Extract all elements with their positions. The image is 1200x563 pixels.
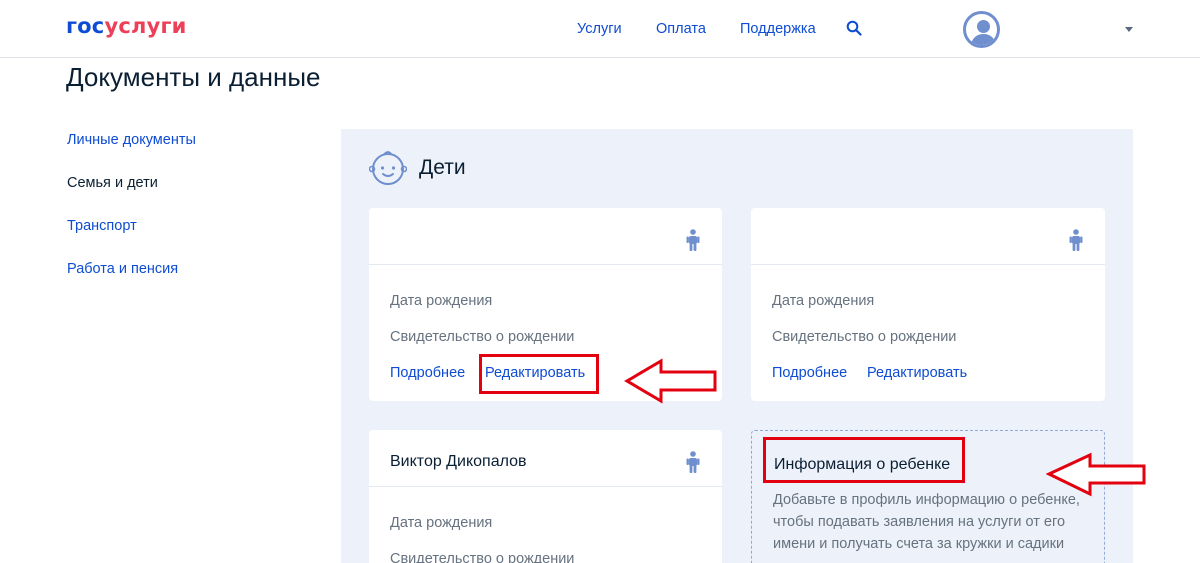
child-card: Дата рождения Свидетельство о рождении П… bbox=[751, 208, 1105, 401]
birth-certificate-label: Свидетельство о рождении bbox=[390, 551, 575, 563]
baby-face-icon bbox=[369, 151, 407, 185]
birth-date-label: Дата рождения bbox=[390, 293, 493, 309]
sidebar-item-work-pension[interactable]: Работа и пенсия bbox=[67, 261, 178, 277]
birth-certificate-label: Свидетельство о рождении bbox=[772, 329, 957, 345]
edit-link[interactable]: Редактировать bbox=[867, 365, 967, 381]
page-title: Документы и данные bbox=[66, 62, 321, 92]
info-card-text: Добавьте в профиль информацию о ребенке,… bbox=[773, 492, 1080, 552]
avatar-body-shape bbox=[971, 34, 996, 45]
top-header: госуслуги Услуги Оплата Поддержка bbox=[0, 0, 1200, 58]
gosuslugi-logo[interactable]: госуслуги bbox=[66, 14, 187, 38]
details-link[interactable]: Подробнее bbox=[772, 365, 847, 381]
birth-certificate-label: Свидетельство о рождении bbox=[390, 329, 575, 345]
logo-part-gos: гос bbox=[66, 14, 105, 38]
nav-payment-link[interactable]: Оплата bbox=[656, 21, 706, 37]
child-card: Виктор Дикопалов Дата рождения Свидетель… bbox=[369, 430, 722, 563]
nav-services-link[interactable]: Услуги bbox=[577, 21, 622, 37]
birth-date-label: Дата рождения bbox=[772, 293, 875, 309]
details-link[interactable]: Подробнее bbox=[390, 365, 465, 381]
sidebar-item-transport[interactable]: Транспорт bbox=[67, 218, 137, 234]
card-divider bbox=[369, 486, 722, 487]
section-title: Дети bbox=[419, 156, 466, 179]
info-title-highlight-box bbox=[763, 437, 965, 483]
user-avatar[interactable] bbox=[963, 11, 1000, 48]
sidebar-item-family-children[interactable]: Семья и дети bbox=[67, 175, 158, 191]
search-icon[interactable] bbox=[846, 20, 862, 36]
child-figure-icon bbox=[686, 229, 700, 251]
card-divider bbox=[369, 264, 722, 265]
child-figure-icon bbox=[1069, 229, 1083, 251]
card-divider bbox=[751, 264, 1105, 265]
arrow-left-icon bbox=[624, 358, 717, 404]
arrow-left-icon bbox=[1046, 452, 1146, 497]
birth-date-label: Дата рождения bbox=[390, 515, 493, 531]
sidebar-item-personal-documents[interactable]: Личные документы bbox=[67, 132, 196, 148]
child-name: Виктор Дикопалов bbox=[390, 453, 527, 470]
avatar-head-shape bbox=[977, 20, 990, 33]
edit-link-highlight-box bbox=[479, 354, 599, 394]
chevron-down-icon[interactable] bbox=[1125, 27, 1133, 32]
child-figure-icon bbox=[686, 451, 700, 473]
logo-part-uslugi: услуги bbox=[104, 14, 187, 38]
nav-support-link[interactable]: Поддержка bbox=[740, 21, 816, 37]
